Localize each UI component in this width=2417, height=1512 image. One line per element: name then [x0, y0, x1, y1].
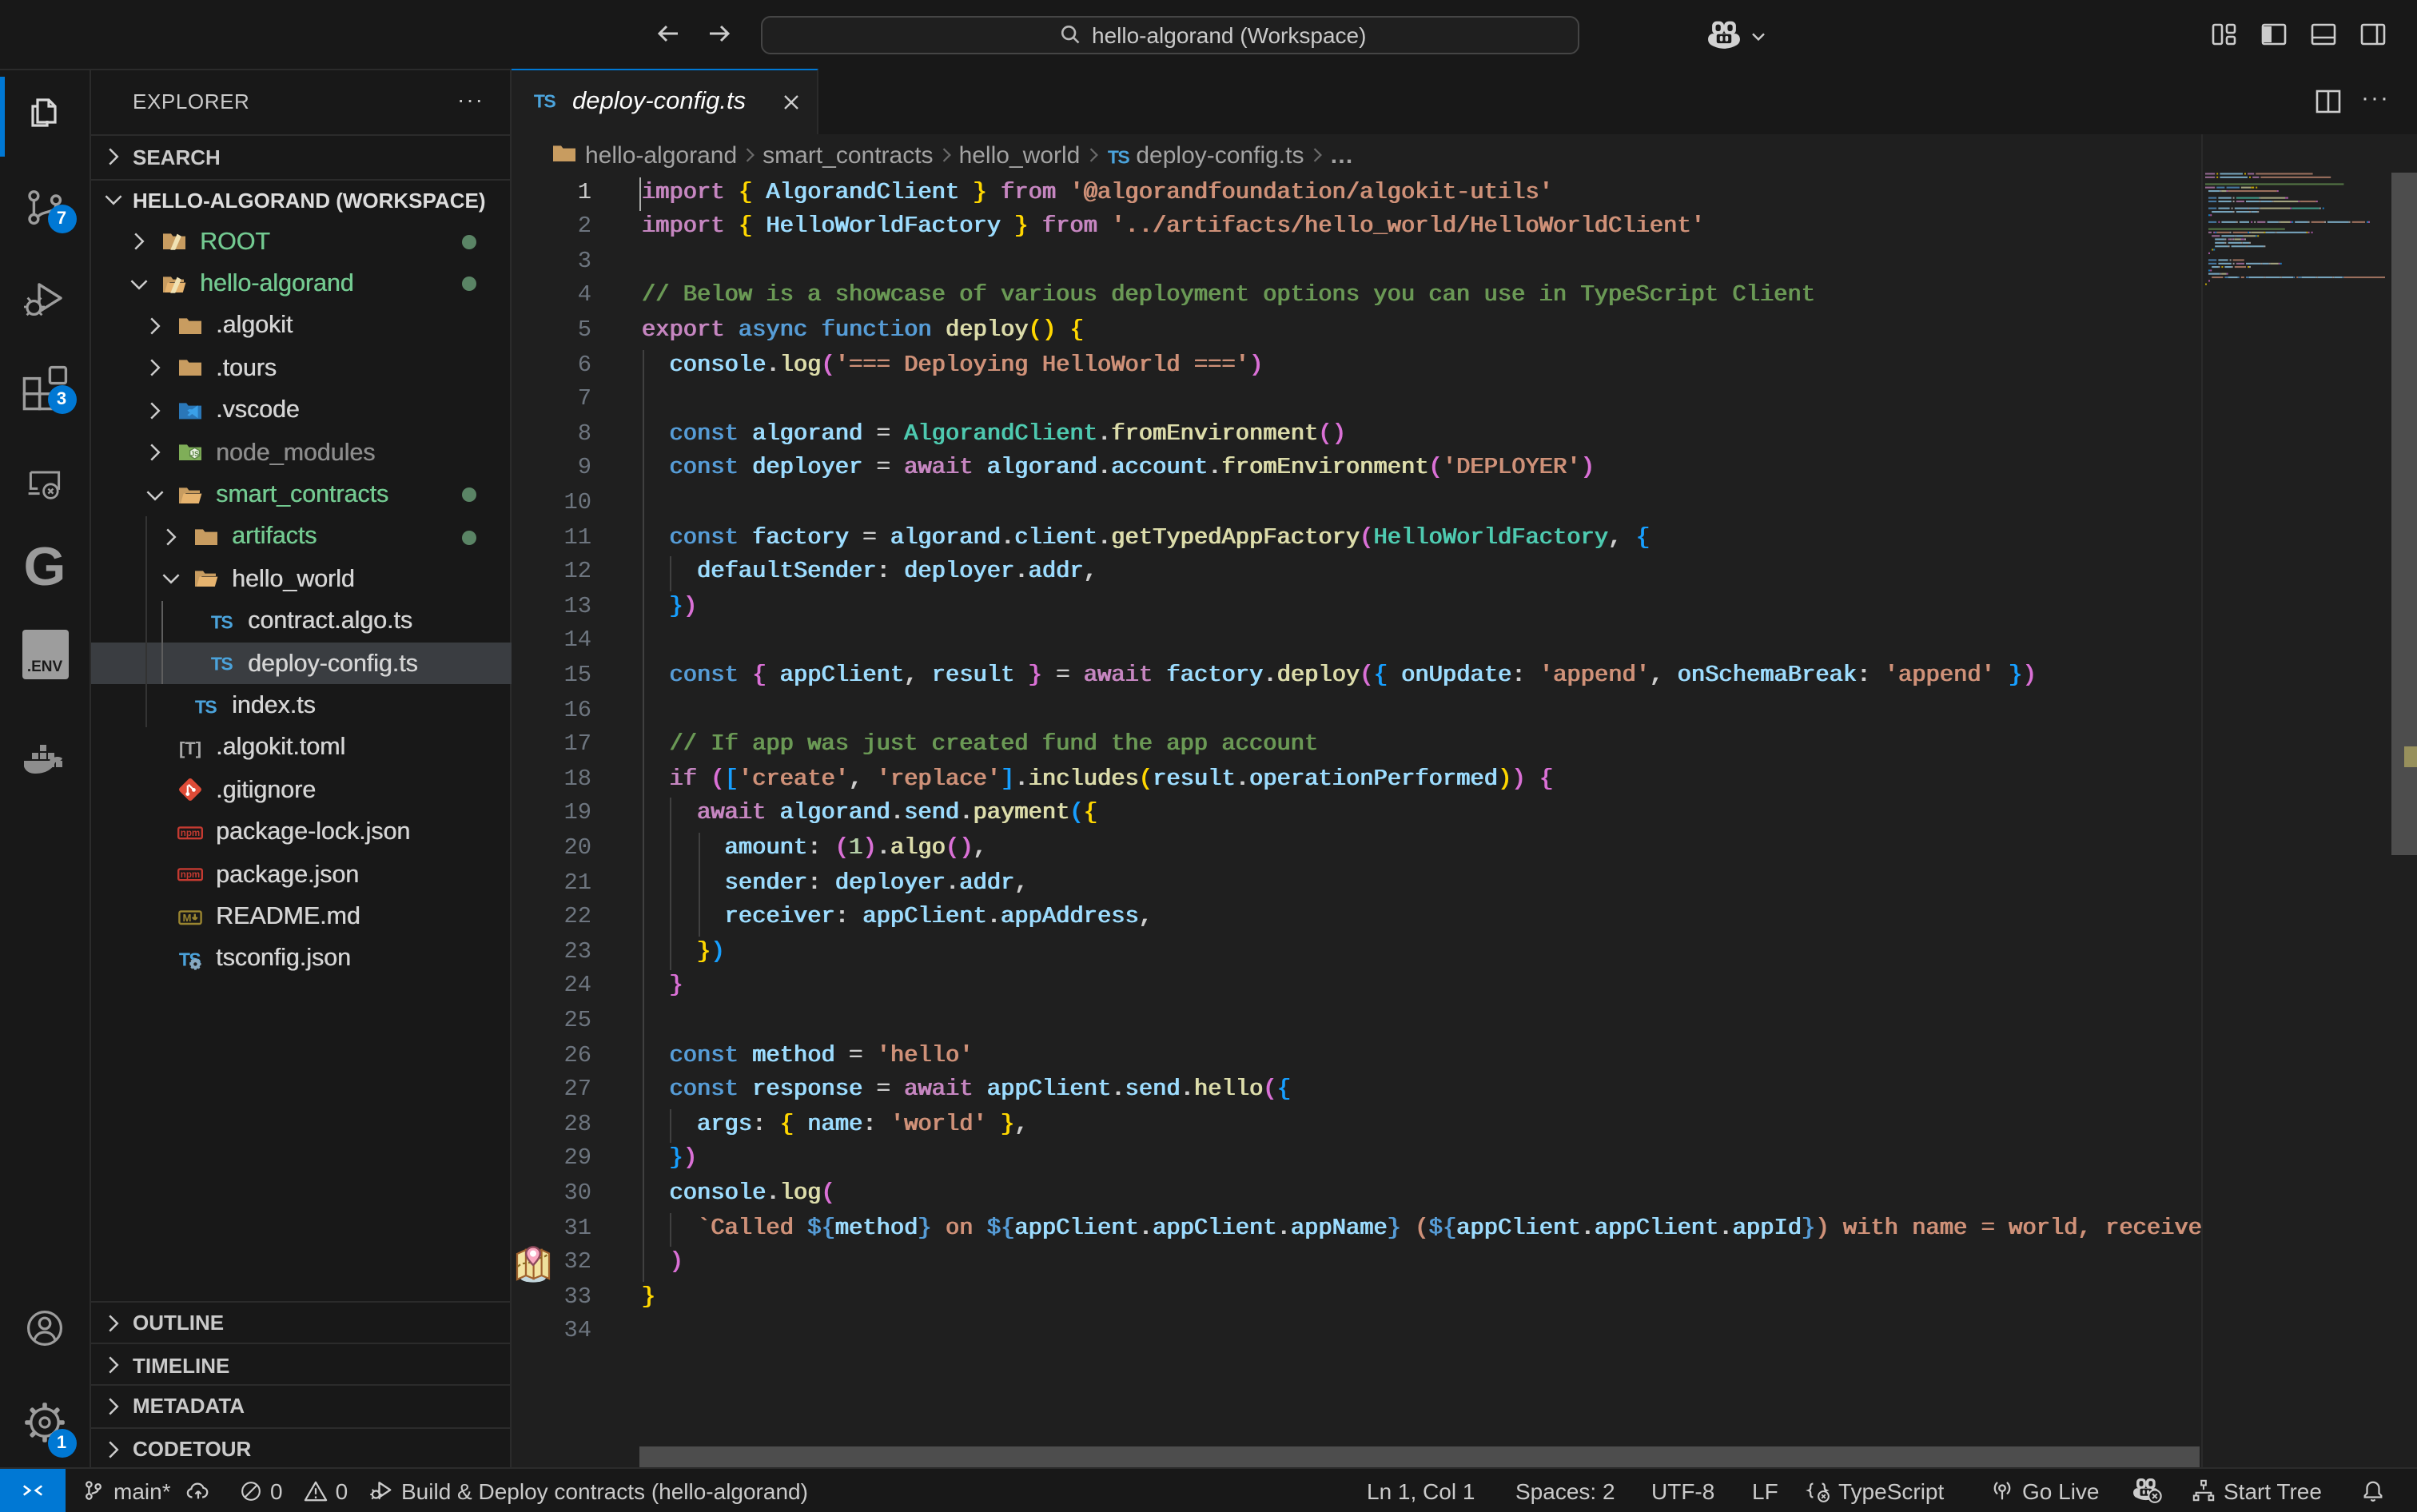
svg-text:TS: TS: [210, 654, 232, 674]
svg-text:npm: npm: [180, 869, 199, 880]
svg-text:M: M: [182, 911, 191, 923]
svg-text:TS: TS: [194, 696, 216, 717]
svg-text:npm: npm: [180, 828, 199, 838]
svg-text:TS: TS: [210, 611, 232, 632]
svg-text:JS: JS: [189, 450, 198, 458]
svg-text:[T]: [T]: [178, 738, 201, 758]
